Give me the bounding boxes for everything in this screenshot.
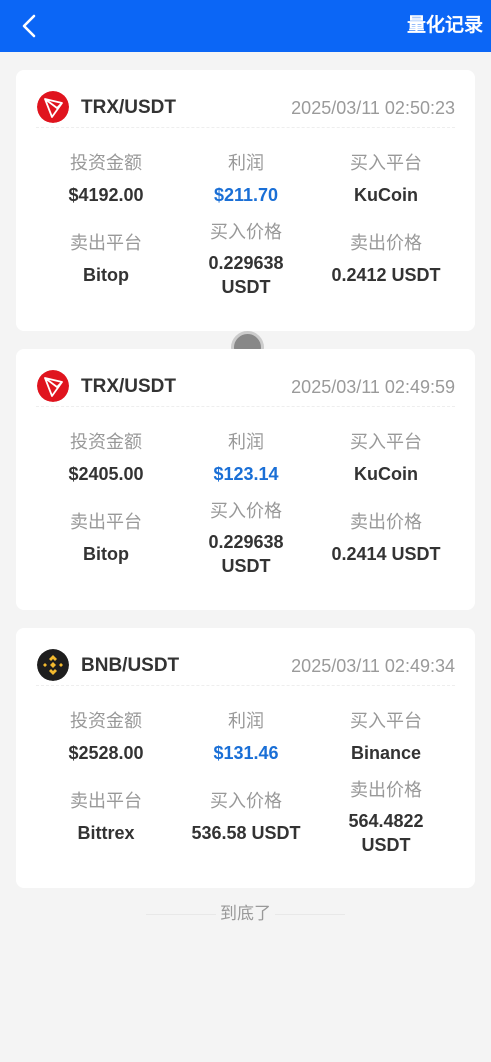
invest-label: 投资金额: [70, 153, 142, 173]
profit-value: $211.70: [213, 185, 279, 205]
invest-label: 投资金额: [70, 711, 142, 731]
tron-icon: [37, 91, 69, 123]
invest-cell: 投资金额 $2405.00: [36, 431, 176, 485]
profit-value: $123.14: [213, 464, 279, 484]
buy-platform-cell: 买入平台 KuCoin: [316, 152, 456, 206]
sell-platform-value: Bittrex: [77, 823, 135, 843]
sell-price-label: 卖出价格: [350, 780, 422, 800]
card-header: TRX/USDT 2025/03/11 02:50:23: [36, 90, 455, 128]
record-card: TRX/USDT 2025/03/11 02:49:59 投资金额 $2405.…: [16, 349, 475, 610]
page-title[interactable]: 量化记录: [407, 14, 483, 38]
record-time: 2025/03/11 02:49:59: [291, 377, 455, 397]
sell-price-cell: 卖出价格 564.4822 USDT: [316, 779, 456, 857]
trading-pair: TRX/USDT: [81, 376, 176, 397]
sell-price-label: 卖出价格: [350, 512, 422, 532]
sell-platform-cell: 卖出平台 Bitop: [36, 232, 176, 286]
top-nav-bar: 量化记录: [0, 0, 491, 52]
chevron-left-icon: [22, 14, 36, 38]
buy-platform-value: KuCoin: [354, 185, 418, 205]
invest-value: $2405.00: [68, 464, 144, 484]
end-of-list-text: 到底了: [220, 904, 271, 923]
buy-price-value: 0.229638 USDT: [208, 532, 284, 576]
profit-label: 利润: [228, 432, 264, 452]
invest-cell: 投资金额 $2528.00: [36, 710, 176, 764]
sell-platform-cell: 卖出平台 Bitop: [36, 511, 176, 565]
bnb-icon: [37, 649, 69, 681]
profit-label: 利润: [228, 711, 264, 731]
tron-icon: [37, 370, 69, 402]
trading-pair: BNB/USDT: [81, 655, 180, 676]
sell-platform-cell: 卖出平台 Bittrex: [36, 790, 176, 844]
record-card: TRX/USDT 2025/03/11 02:50:23 投资金额 $4192.…: [16, 70, 475, 331]
sell-price-value: 0.2414 USDT: [331, 544, 441, 564]
buy-platform-label: 买入平台: [350, 432, 422, 452]
invest-value: $2528.00: [68, 743, 144, 763]
sell-platform-value: Bitop: [83, 544, 129, 564]
profit-cell: 利润 $123.14: [176, 431, 316, 485]
buy-platform-cell: 买入平台 Binance: [316, 710, 456, 764]
sell-platform-label: 卖出平台: [70, 512, 142, 532]
sell-price-cell: 卖出价格 0.2414 USDT: [316, 511, 456, 565]
sell-platform-label: 卖出平台: [70, 791, 142, 811]
buy-platform-value: KuCoin: [354, 464, 418, 484]
buy-price-label: 买入价格: [210, 791, 282, 811]
buy-platform-label: 买入平台: [350, 711, 422, 731]
buy-price-label: 买入价格: [210, 222, 282, 242]
buy-price-value: 0.229638 USDT: [208, 253, 284, 297]
buy-platform-label: 买入平台: [350, 153, 422, 173]
buy-price-label: 买入价格: [210, 501, 282, 521]
buy-price-cell: 买入价格 0.229638 USDT: [176, 221, 316, 299]
buy-platform-cell: 买入平台 KuCoin: [316, 431, 456, 485]
sell-price-cell: 卖出价格 0.2412 USDT: [316, 232, 456, 286]
back-button[interactable]: [14, 11, 44, 41]
sell-platform-label: 卖出平台: [70, 233, 142, 253]
profit-cell: 利润 $131.46: [176, 710, 316, 764]
divider: [275, 914, 345, 915]
list-end-footer: 到底了: [0, 903, 491, 925]
trading-pair: TRX/USDT: [81, 97, 176, 118]
buy-price-cell: 买入价格 0.229638 USDT: [176, 500, 316, 578]
buy-platform-value: Binance: [350, 743, 422, 763]
profit-label: 利润: [228, 153, 264, 173]
record-card: BNB/USDT 2025/03/11 02:49:34 投资金额 $2528.…: [16, 628, 475, 888]
divider: [146, 914, 216, 915]
invest-label: 投资金额: [70, 432, 142, 452]
sell-price-value: 0.2412 USDT: [331, 265, 441, 285]
invest-value: $4192.00: [68, 185, 144, 205]
profit-cell: 利润 $211.70: [176, 152, 316, 206]
record-time: 2025/03/11 02:49:34: [291, 656, 455, 676]
record-time: 2025/03/11 02:50:23: [291, 98, 455, 118]
sell-price-label: 卖出价格: [350, 233, 422, 253]
sell-platform-value: Bitop: [83, 265, 129, 285]
invest-cell: 投资金额 $4192.00: [36, 152, 176, 206]
card-header: TRX/USDT 2025/03/11 02:49:59: [36, 369, 455, 407]
buy-price-value: 536.58 USDT: [191, 823, 301, 843]
buy-price-cell: 买入价格 536.58 USDT: [176, 790, 316, 844]
sell-price-value: 564.4822 USDT: [348, 811, 424, 855]
profit-value: $131.46: [213, 743, 279, 763]
card-header: BNB/USDT 2025/03/11 02:49:34: [36, 648, 455, 686]
